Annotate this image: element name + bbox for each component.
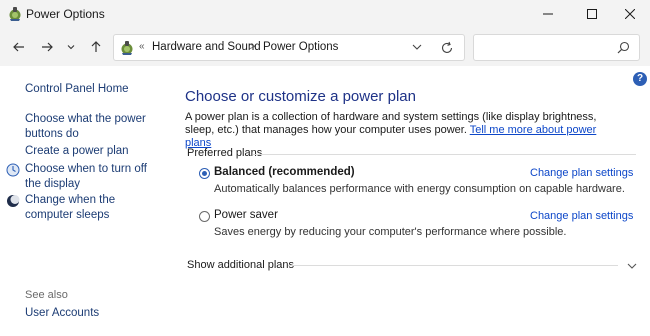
breadcrumb-overflow[interactable]: «	[139, 41, 145, 52]
arrow-right-icon	[42, 42, 53, 52]
plan-name-power-saver[interactable]: Power saver	[214, 209, 278, 221]
sidebar-item-computer-sleeps[interactable]: Change when the computer sleeps	[25, 193, 165, 223]
expand-chevron-icon[interactable]	[626, 260, 638, 272]
search-input[interactable]	[473, 34, 640, 61]
change-plan-settings-power-saver-link[interactable]: Change plan settings	[530, 210, 633, 222]
plan-description-balanced: Automatically balances performance with …	[214, 183, 625, 195]
sidebar-item-user-accounts[interactable]: User Accounts	[25, 306, 99, 321]
sidebar-item-create-power-plan[interactable]: Create a power plan	[25, 144, 129, 159]
forward-button[interactable]	[38, 38, 56, 56]
up-button[interactable]	[87, 38, 105, 56]
back-button[interactable]	[10, 38, 28, 56]
close-icon	[625, 9, 635, 19]
main-content: Choose or customize a power plan A power…	[185, 66, 640, 336]
title-bar: Power Options	[0, 0, 650, 28]
show-additional-plans-toggle[interactable]: Show additional plans	[187, 259, 294, 271]
sidebar-item-turn-off-display[interactable]: Choose when to turn off the display	[25, 162, 165, 192]
see-also-heading: See also	[25, 289, 68, 301]
page-description: A power plan is a collection of hardware…	[185, 111, 625, 150]
address-dropdown-icon[interactable]	[411, 41, 423, 53]
divider	[253, 154, 636, 155]
navigation-bar: « Hardware and Sound > Power Options	[0, 28, 650, 66]
address-bar[interactable]: « Hardware and Sound > Power Options	[113, 34, 465, 61]
minimize-icon	[543, 13, 553, 15]
plan-description-power-saver: Saves energy by reducing your computer's…	[214, 226, 567, 238]
breadcrumb-separator[interactable]: >	[249, 41, 255, 53]
sidebar-item-control-panel-home[interactable]: Control Panel Home	[25, 82, 129, 97]
divider	[288, 265, 618, 266]
sidebar: Control Panel Home Choose what the power…	[0, 66, 170, 336]
maximize-icon	[587, 9, 597, 19]
clock-icon	[6, 163, 20, 177]
page-title: Choose or customize a power plan	[185, 88, 416, 105]
balanced-radio[interactable]	[199, 168, 210, 179]
change-plan-settings-balanced-link[interactable]: Change plan settings	[530, 167, 633, 179]
refresh-icon[interactable]	[440, 41, 454, 55]
moon-icon	[7, 195, 20, 207]
breadcrumb-hardware-and-sound[interactable]: Hardware and Sound	[152, 41, 261, 53]
plan-name-balanced[interactable]: Balanced (recommended)	[214, 166, 355, 178]
preferred-plans-heading: Preferred plans	[187, 147, 263, 159]
chevron-down-icon	[67, 45, 75, 50]
search-icon	[617, 41, 630, 54]
arrow-up-icon	[91, 41, 101, 52]
recent-locations-button[interactable]	[62, 38, 80, 56]
minimize-button[interactable]	[528, 0, 568, 28]
breadcrumb-power-options[interactable]: Power Options	[263, 41, 338, 53]
arrow-left-icon	[13, 42, 24, 52]
power-saver-radio[interactable]	[199, 211, 210, 222]
power-options-location-icon	[121, 41, 133, 55]
maximize-button[interactable]	[572, 0, 612, 28]
close-button[interactable]	[610, 0, 650, 28]
power-options-app-icon	[9, 7, 21, 21]
window-title: Power Options	[26, 7, 105, 21]
sidebar-item-power-buttons[interactable]: Choose what the power buttons do	[25, 112, 165, 142]
